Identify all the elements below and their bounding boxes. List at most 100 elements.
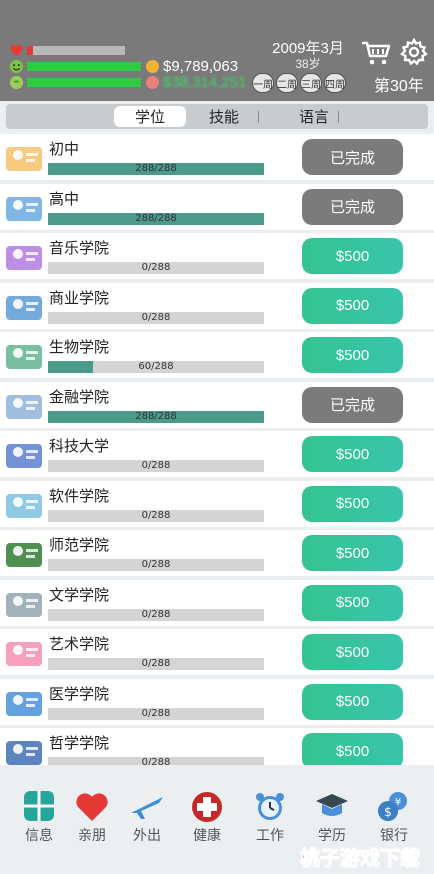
students-icon [6, 147, 42, 171]
course-progress-bar: 0/288 [48, 460, 264, 472]
week-3[interactable]: 三周 [300, 73, 322, 93]
svg-text:$: $ [384, 805, 392, 819]
nav-family[interactable]: 亲朋 [65, 791, 119, 845]
highschool-students-icon [6, 196, 42, 221]
nav-label: 信息 [25, 828, 53, 844]
progress-text: 0/288 [141, 559, 171, 570]
course-row: 软件学院 0/288 $500 [0, 480, 434, 527]
gear-icon[interactable] [400, 38, 428, 66]
enroll-button[interactable]: $500 [302, 238, 403, 274]
health-bar [27, 46, 125, 55]
philosophy-icon [6, 741, 42, 765]
course-progress-bar: 0/288 [48, 707, 264, 720]
software-icon [6, 493, 42, 518]
shopping-cart-icon[interactable] [361, 40, 391, 66]
course-row: 商业学院 0/288 $500 [0, 282, 434, 329]
finance-icon [6, 394, 42, 419]
brain-icon [9, 75, 24, 90]
tech-icon [6, 444, 42, 468]
enroll-button[interactable]: $500 [302, 634, 403, 670]
course-row: 文学学院 0/288 $500 [0, 579, 434, 626]
heart-icon [76, 793, 108, 821]
money-amount: $9,789,063 [163, 58, 239, 75]
course-name: 师范学院 [49, 536, 110, 554]
course-name: 艺术学院 [49, 635, 110, 653]
course-name: 医学学院 [49, 684, 110, 703]
tab-degree[interactable]: 学位 [114, 106, 186, 127]
course-progress-bar: 288/288 [48, 163, 264, 175]
completed-button[interactable]: 已完成 [302, 139, 403, 175]
nav-info[interactable]: 信息 [12, 791, 66, 845]
week-4[interactable]: 四周 [324, 73, 346, 93]
nav-work[interactable]: 工作 [243, 791, 297, 845]
course-name: 软件学院 [49, 486, 110, 505]
enroll-button[interactable]: $500 [302, 535, 403, 571]
literature-icon [6, 592, 42, 617]
completed-button[interactable]: 已完成 [302, 386, 403, 423]
nav-education[interactable]: 学历 [305, 791, 359, 845]
completed-button[interactable]: 已完成 [302, 188, 403, 225]
progress-text: 60/288 [138, 361, 174, 372]
savings-icon [146, 76, 159, 89]
nav-label: 健康 [193, 828, 221, 844]
week-selector: 一周 二周 三周 四周 [252, 73, 346, 93]
progress-text: 0/288 [141, 658, 171, 669]
teacher-icon [6, 543, 42, 567]
enroll-button[interactable]: $500 [302, 683, 403, 720]
course-progress-bar: 0/288 [48, 559, 264, 571]
enroll-button[interactable]: $500 [302, 584, 403, 621]
nav-label: 亲朋 [78, 828, 106, 844]
tab-skills[interactable]: 技能 [196, 106, 252, 127]
course-progress-bar: 0/288 [48, 658, 264, 670]
course-row: 音乐学院 0/288 $500 [0, 233, 434, 279]
progress-text: 288/288 [135, 212, 177, 224]
nav-travel[interactable]: 外出 [120, 791, 174, 845]
enroll-button[interactable]: $500 [302, 436, 403, 472]
enroll-button[interactable]: $500 [302, 287, 403, 324]
business-icon [6, 295, 42, 320]
svg-text:¥: ¥ [395, 797, 401, 808]
course-name: 科技大学 [49, 437, 110, 455]
course-row: 初中 288/288 已完成 [0, 134, 434, 180]
medical-cross-icon [192, 792, 222, 822]
nav-health[interactable]: 健康 [180, 791, 234, 845]
enroll-button[interactable]: $500 [302, 733, 403, 769]
course-progress-bar: 60/288 [48, 361, 264, 373]
health-stat [9, 43, 125, 58]
progress-text: 0/288 [141, 707, 171, 719]
tab-language[interactable]: 语言 [282, 106, 346, 127]
week-1[interactable]: 一周 [252, 73, 274, 93]
nav-label: 外出 [133, 828, 161, 844]
course-name: 金融学院 [49, 387, 110, 406]
enroll-button[interactable]: $500 [302, 337, 403, 373]
week-2[interactable]: 二周 [276, 73, 298, 93]
year-counter: 第30年 [374, 78, 424, 95]
progress-text: 288/288 [135, 163, 177, 174]
energy-stat: $38,314,251 [9, 74, 246, 91]
course-progress-bar: 0/288 [48, 262, 264, 274]
age-label: 38岁 [295, 57, 321, 71]
course-progress-bar: 0/288 [48, 608, 264, 621]
category-tabs: 学位 技能 语言 [6, 104, 428, 129]
course-name: 商业学院 [49, 288, 110, 307]
course-name: 哲学学院 [49, 734, 110, 752]
enroll-button[interactable]: $500 [302, 485, 403, 522]
medicine-icon [6, 691, 42, 716]
course-row: 科技大学 0/288 $500 [0, 431, 434, 477]
progress-text: 0/288 [141, 311, 171, 323]
happiness-stat: $9,789,063 [9, 58, 238, 75]
course-name: 初中 [49, 140, 80, 158]
watermark: 桃子游戏下载 [300, 846, 421, 871]
tab-divider [258, 111, 259, 123]
music-icon [6, 246, 42, 270]
current-date: 2009年3月 [272, 40, 344, 57]
art-icon [6, 642, 42, 666]
bank-coins-icon: $ ¥ [378, 792, 407, 821]
course-progress-bar: 0/288 [48, 311, 264, 324]
course-row: 医学学院 0/288 $500 [0, 678, 434, 725]
info-icon [24, 791, 54, 821]
happiness-bar [27, 62, 141, 71]
date-display: 2009年3月 38岁 [252, 40, 364, 71]
course-progress-bar: 288/288 [48, 410, 264, 423]
nav-bank[interactable]: $ ¥ 银行 [367, 791, 421, 845]
